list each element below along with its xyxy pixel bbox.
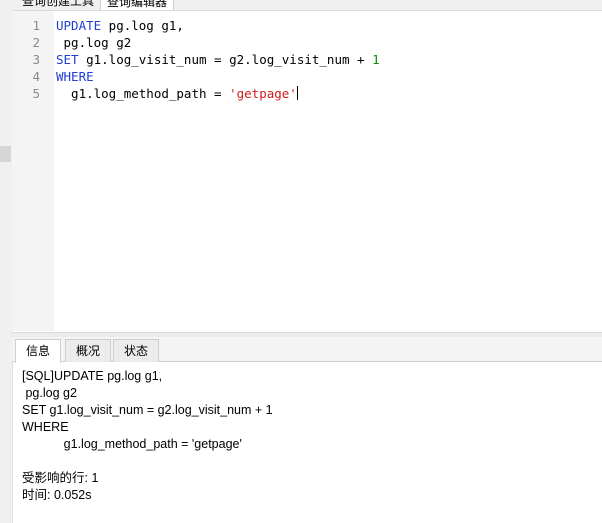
line-number: 1	[32, 18, 40, 33]
line-number: 5	[32, 86, 40, 101]
code-text: WHERE	[56, 68, 94, 85]
line-number: 3	[32, 52, 40, 67]
line-number: 4	[32, 69, 40, 84]
tab-messages[interactable]: 信息	[15, 339, 61, 363]
message-line: 时间: 0.052s	[22, 488, 92, 502]
code-line: 2 pg.log g2	[12, 34, 602, 51]
code-line: 3 SET g1.log_visit_num = g2.log_visit_num…	[12, 51, 602, 68]
editor-tab-bar: 查询创建工具 查询编辑器	[12, 0, 602, 11]
message-line: [SQL]UPDATE pg.log g1,	[22, 369, 163, 383]
sql-text: g1.log_visit_num = g2.log_visit_num +	[78, 52, 373, 67]
code-line: 5 g1.log_method_path = 'getpage'	[12, 85, 602, 102]
code-line: 4 WHERE	[12, 68, 602, 85]
panel-resize-handle[interactable]	[0, 146, 11, 162]
tab-profile[interactable]: 概况	[65, 339, 111, 362]
code-text: g1.log_method_path = 'getpage'	[56, 85, 298, 102]
message-line: g1.log_method_path = 'getpage'	[22, 437, 242, 451]
sql-text: pg.log g2	[56, 35, 132, 50]
code-text: SET g1.log_visit_num = g2.log_visit_num …	[56, 51, 380, 68]
code-text: pg.log g2	[56, 34, 132, 51]
sql-editor[interactable]: 1 UPDATE pg.log g1, 2 pg.log g2 3 SET g1.log…	[12, 11, 602, 331]
result-tab-bar: 信息 概况 状态	[12, 337, 602, 363]
message-line: WHERE	[22, 420, 69, 434]
sql-keyword: WHERE	[56, 69, 94, 84]
sql-string: 'getpage'	[229, 86, 297, 101]
tab-status[interactable]: 状态	[113, 339, 159, 362]
line-number: 2	[32, 35, 40, 50]
sql-text: pg.log g1,	[101, 18, 184, 33]
tab-query-editor[interactable]: 查询编辑器	[100, 0, 175, 10]
sql-keyword: SET	[56, 52, 79, 67]
tab-query-builder[interactable]: 查询创建工具	[16, 0, 102, 10]
message-line: pg.log g2	[22, 386, 77, 400]
message-line: 受影响的行: 1	[22, 471, 99, 485]
sql-text: g1.log_method_path =	[56, 86, 230, 101]
text-caret	[296, 86, 298, 100]
sql-number: 1	[372, 52, 380, 67]
code-text: UPDATE pg.log g1,	[56, 17, 184, 34]
message-line: SET g1.log_visit_num = g2.log_visit_num …	[22, 403, 273, 417]
sql-keyword: UPDATE	[56, 18, 102, 33]
code-line: 1 UPDATE pg.log g1,	[12, 17, 602, 34]
